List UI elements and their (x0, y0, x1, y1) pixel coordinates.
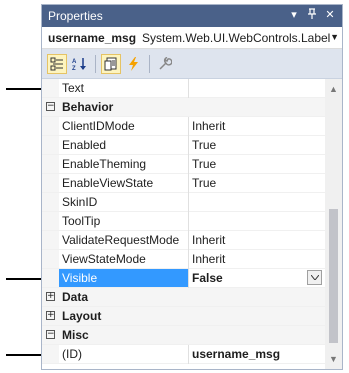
property-pages-icon[interactable] (155, 54, 175, 74)
property-value[interactable]: Inherit (192, 233, 322, 247)
property-row-enabled[interactable]: Enabled True (42, 136, 326, 155)
property-row-enabletheming[interactable]: EnableTheming True (42, 155, 326, 174)
property-value[interactable]: Inherit (192, 252, 322, 266)
property-row-clientidmode[interactable]: ClientIDMode Inherit (42, 117, 326, 136)
window-position-dropdown-icon[interactable]: ▾ (288, 8, 300, 22)
property-name: EnableTheming (62, 157, 147, 171)
column-divider (188, 155, 189, 174)
chevron-down-icon (310, 275, 319, 280)
column-divider (188, 250, 189, 269)
category-name: Behavior (62, 100, 114, 114)
collapse-icon[interactable]: − (46, 102, 55, 111)
property-row-visible[interactable]: Visible False (42, 269, 326, 288)
property-value[interactable]: True (192, 138, 322, 152)
toolbar-separator (95, 54, 96, 73)
scroll-down-icon[interactable]: ▼ (329, 354, 338, 364)
categorized-icon[interactable] (47, 53, 67, 74)
expand-icon[interactable]: + (46, 292, 55, 301)
category-misc[interactable]: − Misc (42, 326, 326, 345)
property-name: SkinID (62, 195, 98, 209)
pin-icon[interactable] (306, 8, 318, 22)
column-divider (188, 117, 189, 136)
toolbar-separator (149, 54, 150, 73)
property-name: ClientIDMode (62, 119, 135, 133)
row-gutter (42, 345, 59, 363)
row-gutter (42, 212, 59, 230)
category-name: Layout (62, 309, 102, 323)
row-gutter (42, 174, 59, 192)
panel-titlebar: Properties ▾ ✕ (42, 5, 342, 27)
properties-panel: Properties ▾ ✕ username_msg System.Web.U… (41, 4, 343, 370)
object-selector[interactable]: username_msg System.Web.UI.WebControls.L… (42, 27, 342, 49)
row-gutter (42, 136, 59, 154)
value-dropdown-button[interactable] (307, 270, 322, 285)
property-value[interactable]: Inherit (192, 119, 322, 133)
column-divider (188, 136, 189, 155)
properties-icon[interactable] (101, 53, 121, 74)
object-selector-dropdown-icon[interactable]: ▼ (330, 32, 339, 42)
row-gutter (42, 79, 59, 97)
property-name: Enabled (62, 138, 107, 152)
property-value[interactable]: False (192, 271, 322, 285)
property-name: Visible (62, 271, 98, 285)
collapse-icon[interactable]: − (46, 330, 55, 339)
row-gutter (42, 269, 59, 287)
property-row-tooltip[interactable]: ToolTip (42, 212, 326, 231)
row-gutter (42, 193, 59, 211)
property-name: ValidateRequestMode (62, 233, 180, 247)
properties-toolbar: A Z (42, 49, 342, 79)
property-row-enableviewstate[interactable]: EnableViewState True (42, 174, 326, 193)
property-grid: Text − Behavior ClientIDMode Inherit Ena… (42, 79, 326, 369)
column-divider (188, 345, 189, 364)
property-value[interactable]: True (192, 176, 322, 190)
property-row-viewstatemode[interactable]: ViewStateMode Inherit (42, 250, 326, 269)
object-type: System.Web.UI.WebControls.Label (142, 30, 331, 45)
category-name: Data (62, 290, 89, 304)
property-value[interactable]: True (192, 157, 322, 171)
property-name: Text (62, 81, 85, 95)
events-icon[interactable] (124, 54, 144, 74)
row-gutter (42, 117, 59, 135)
property-row-validaterequestmode[interactable]: ValidateRequestMode Inherit (42, 231, 326, 250)
vertical-scrollbar[interactable]: ▲ ▼ (325, 79, 342, 369)
column-divider (188, 79, 189, 98)
category-behavior[interactable]: − Behavior (42, 98, 326, 117)
expand-icon[interactable]: + (46, 311, 55, 320)
column-divider (188, 174, 189, 193)
property-row-skinid[interactable]: SkinID (42, 193, 326, 212)
category-data[interactable]: + Data (42, 288, 326, 307)
close-icon[interactable]: ✕ (324, 8, 336, 22)
scroll-up-icon[interactable]: ▲ (329, 84, 338, 94)
row-gutter (42, 250, 59, 268)
object-name: username_msg (48, 30, 137, 45)
property-row-text[interactable]: Text (42, 79, 326, 98)
property-name: EnableViewState (62, 176, 154, 190)
column-divider (188, 269, 189, 288)
category-layout[interactable]: + Layout (42, 307, 326, 326)
svg-text:A: A (72, 59, 77, 65)
alphabetical-icon[interactable]: A Z (70, 54, 90, 74)
property-value[interactable]: username_msg (192, 347, 322, 361)
column-divider (188, 193, 189, 212)
property-name: (ID) (62, 347, 82, 361)
scrollbar-thumb[interactable] (329, 209, 338, 343)
panel-title: Properties (48, 9, 103, 23)
column-divider (188, 231, 189, 250)
row-gutter (42, 231, 59, 249)
property-row-id[interactable]: (ID) username_msg (42, 345, 326, 364)
property-name: ViewStateMode (62, 252, 146, 266)
row-gutter (42, 155, 59, 173)
column-divider (188, 212, 189, 231)
property-name: ToolTip (62, 214, 101, 228)
category-name: Misc (62, 328, 89, 342)
svg-text:Z: Z (72, 66, 76, 71)
